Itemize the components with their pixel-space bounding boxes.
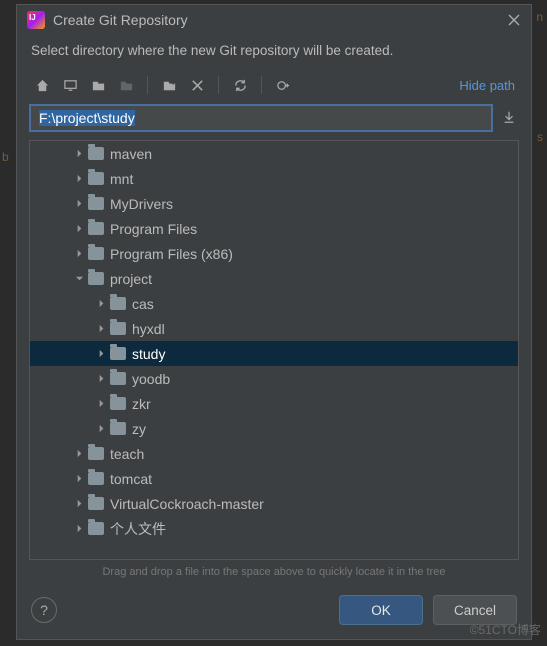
tree-row-virtualcockroach-master[interactable]: VirtualCockroach-master	[30, 491, 518, 516]
folder-icon	[88, 222, 104, 235]
delete-icon[interactable]	[184, 74, 210, 96]
folder-icon	[88, 247, 104, 260]
folder-icon	[110, 297, 126, 310]
tree-item-label: tomcat	[110, 471, 152, 487]
watermark: ©51CTO博客	[470, 621, 541, 638]
chevron-right-icon[interactable]	[94, 324, 108, 333]
directory-tree[interactable]: maven mnt MyDrivers Program Files Program Fi…	[29, 140, 519, 560]
titlebar: Create Git Repository	[17, 5, 531, 35]
separator	[218, 76, 219, 94]
bg-char: s	[537, 130, 543, 144]
folder-icon	[88, 447, 104, 460]
folder-icon	[88, 472, 104, 485]
tree-item-label: project	[110, 271, 152, 287]
chevron-right-icon[interactable]	[72, 499, 86, 508]
folder-icon	[88, 272, 104, 285]
tree-item-label: cas	[132, 296, 154, 312]
tree-item-label: 个人文件	[110, 519, 166, 539]
chevron-right-icon[interactable]	[72, 474, 86, 483]
chevron-down-icon[interactable]	[72, 274, 86, 283]
tree-row-hyxdl[interactable]: hyxdl	[30, 316, 518, 341]
chevron-right-icon[interactable]	[72, 524, 86, 533]
intellij-icon	[27, 11, 45, 29]
tree-item-label: study	[132, 346, 165, 362]
bg-char: n	[536, 10, 543, 24]
folder-icon	[110, 322, 126, 335]
create-git-repo-dialog: Create Git Repository Select directory w…	[16, 4, 532, 640]
instruction-text: Select directory where the new Git repos…	[17, 35, 531, 70]
new-folder-icon[interactable]	[156, 74, 182, 96]
refresh-icon[interactable]	[227, 74, 253, 96]
toolbar: Hide path	[17, 70, 531, 104]
chevron-right-icon[interactable]	[72, 449, 86, 458]
tree-row-zkr[interactable]: zkr	[30, 391, 518, 416]
tree-row-program-files[interactable]: Program Files	[30, 216, 518, 241]
home-icon[interactable]	[29, 74, 55, 96]
chevron-right-icon[interactable]	[94, 374, 108, 383]
show-hidden-icon[interactable]	[270, 74, 296, 96]
path-row	[17, 104, 531, 140]
module-dir-icon	[113, 74, 139, 96]
tree-row-mnt[interactable]: mnt	[30, 166, 518, 191]
tree-item-label: teach	[110, 446, 144, 462]
tree-item-label: hyxdl	[132, 321, 165, 337]
tree-row-study[interactable]: study	[30, 341, 518, 366]
tree-row-program-files-x86-[interactable]: Program Files (x86)	[30, 241, 518, 266]
chevron-right-icon[interactable]	[94, 424, 108, 433]
history-icon[interactable]	[499, 110, 519, 127]
folder-icon	[110, 422, 126, 435]
desktop-icon[interactable]	[57, 74, 83, 96]
separator	[261, 76, 262, 94]
tree-row-mydrivers[interactable]: MyDrivers	[30, 191, 518, 216]
tree-item-label: VirtualCockroach-master	[110, 496, 264, 512]
dialog-footer: ? OK Cancel	[17, 585, 531, 639]
close-icon[interactable]	[507, 13, 521, 27]
tree-item-label: Program Files (x86)	[110, 246, 233, 262]
tree-row-maven[interactable]: maven	[30, 141, 518, 166]
folder-icon	[110, 347, 126, 360]
chevron-right-icon[interactable]	[72, 149, 86, 158]
folder-icon	[88, 497, 104, 510]
chevron-right-icon[interactable]	[72, 224, 86, 233]
tree-item-label: zy	[132, 421, 146, 437]
project-dir-icon[interactable]	[85, 74, 111, 96]
tree-item-label: maven	[110, 146, 152, 162]
help-button[interactable]: ?	[31, 597, 57, 623]
chevron-right-icon[interactable]	[72, 249, 86, 258]
hide-path-link[interactable]: Hide path	[459, 78, 519, 93]
tree-row-yoodb[interactable]: yoodb	[30, 366, 518, 391]
tree-item-label: mnt	[110, 171, 133, 187]
separator	[147, 76, 148, 94]
folder-icon	[88, 147, 104, 160]
tree-item-label: MyDrivers	[110, 196, 173, 212]
chevron-right-icon[interactable]	[72, 174, 86, 183]
tree-item-label: yoodb	[132, 371, 170, 387]
tree-item-label: Program Files	[110, 221, 197, 237]
drag-drop-hint: Drag and drop a file into the space abov…	[17, 560, 531, 582]
tree-row-cas[interactable]: cas	[30, 291, 518, 316]
chevron-right-icon[interactable]	[94, 399, 108, 408]
dialog-title: Create Git Repository	[53, 12, 499, 28]
ok-button[interactable]: OK	[339, 595, 423, 625]
folder-icon	[110, 397, 126, 410]
tree-row--[interactable]: 个人文件	[30, 516, 518, 541]
tree-row-zy[interactable]: zy	[30, 416, 518, 441]
tree-row-teach[interactable]: teach	[30, 441, 518, 466]
tree-item-label: zkr	[132, 396, 151, 412]
chevron-right-icon[interactable]	[72, 199, 86, 208]
bg-char: b	[2, 150, 9, 164]
tree-row-tomcat[interactable]: tomcat	[30, 466, 518, 491]
chevron-right-icon[interactable]	[94, 349, 108, 358]
folder-icon	[88, 172, 104, 185]
path-input[interactable]	[29, 104, 493, 132]
tree-row-project[interactable]: project	[30, 266, 518, 291]
chevron-right-icon[interactable]	[94, 299, 108, 308]
folder-icon	[88, 522, 104, 535]
folder-icon	[110, 372, 126, 385]
folder-icon	[88, 197, 104, 210]
